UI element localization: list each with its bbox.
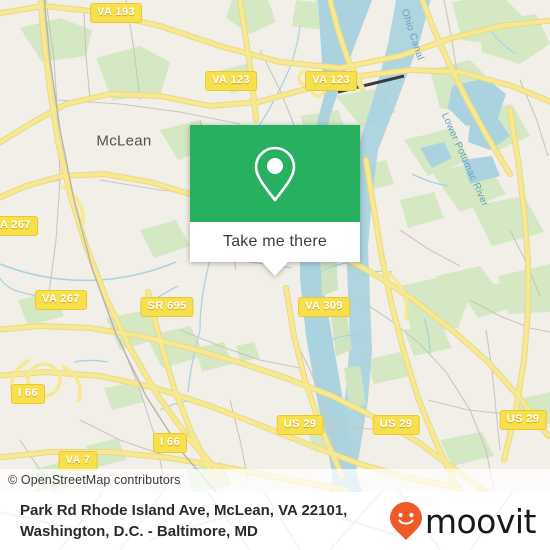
road-shield-i-66-south[interactable]: I 66 (153, 433, 187, 453)
map-canvas[interactable]: Ohio Canal Lower Potomac River McLean VA… (0, 0, 550, 492)
map-attribution[interactable]: © OpenStreetMap contributors (0, 469, 550, 492)
location-address: Park Rd Rhode Island Ave, McLean, VA 221… (20, 500, 347, 542)
location-callout-card[interactable]: Take me there (190, 125, 360, 276)
road-shield-va-309[interactable]: VA 309 (298, 297, 350, 317)
take-me-there-label: Take me there (223, 233, 327, 250)
address-line-2: Washington, D.C. - Baltimore, MD (20, 523, 258, 540)
road-shield-i-66-west[interactable]: I 66 (11, 384, 45, 404)
road-shield-us-29-west[interactable]: US 29 (276, 415, 324, 435)
road-shield-sr-695[interactable]: SR 695 (140, 297, 194, 317)
moovit-brand[interactable]: moovit (389, 501, 537, 541)
moovit-wordmark: moovit (424, 501, 537, 541)
road-shield-va-267-upper[interactable]: VA 267 (0, 216, 38, 236)
callout-action-area[interactable]: Take me there (190, 222, 360, 276)
road-shield-va-267-lower[interactable]: VA 267 (35, 290, 87, 310)
road-shield-va-7[interactable]: VA 7 (58, 451, 98, 471)
callout-pointer (262, 262, 288, 276)
moovit-location-card: Ohio Canal Lower Potomac River McLean VA… (0, 0, 550, 550)
address-line-1: Park Rd Rhode Island Ave, McLean, VA 221… (20, 502, 348, 519)
place-label-mclean: McLean (96, 132, 152, 150)
road-shield-va-193[interactable]: VA 193 (90, 3, 142, 23)
road-shield-va-123-west[interactable]: VA 123 (205, 71, 257, 91)
map-pin-icon (254, 146, 296, 201)
road-shield-va-123-east[interactable]: VA 123 (305, 71, 357, 91)
road-shield-us-29-east[interactable]: US 29 (499, 410, 547, 430)
callout-icon-area (190, 125, 360, 222)
road-shield-us-29-center[interactable]: US 29 (372, 415, 420, 435)
footer-bar: Park Rd Rhode Island Ave, McLean, VA 221… (0, 492, 550, 550)
moovit-pin-logo-icon (389, 502, 422, 540)
